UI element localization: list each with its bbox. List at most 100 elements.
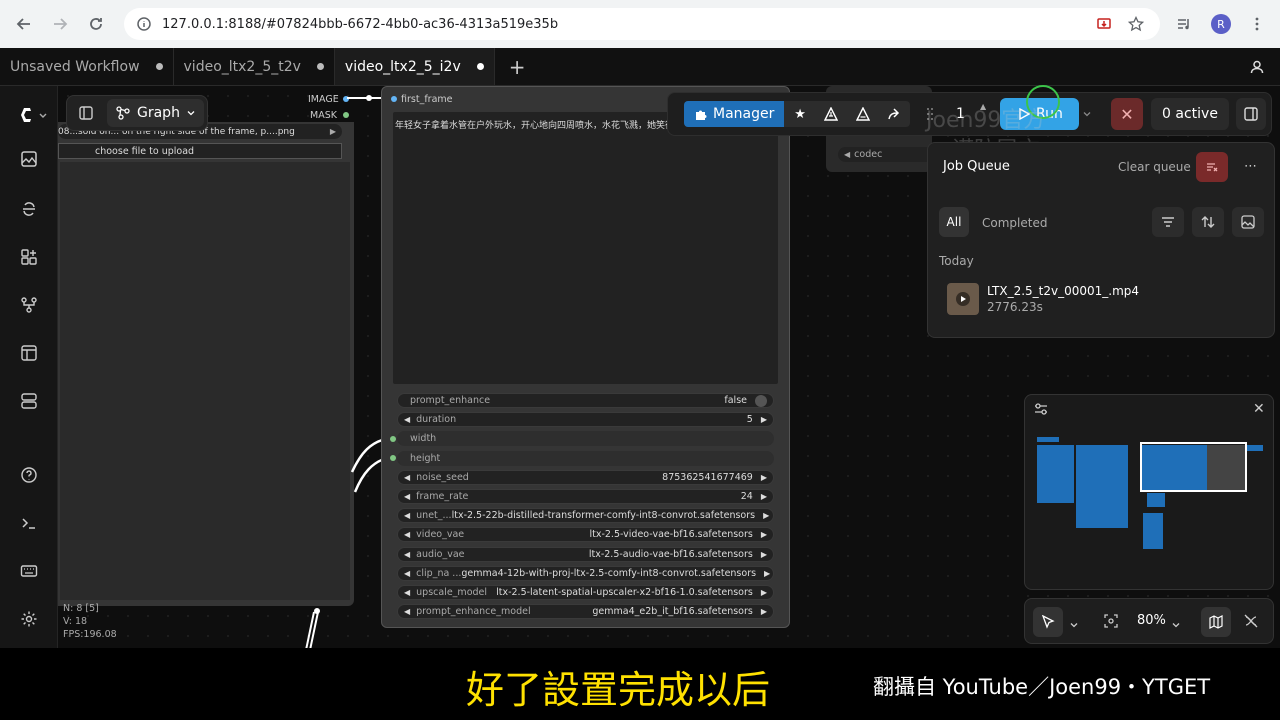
interrupt-button[interactable]: ✕	[1111, 98, 1143, 130]
decrement-arrow-icon[interactable]: ◀	[404, 588, 410, 597]
combo-prev-arrow-icon[interactable]: ◀	[844, 150, 850, 159]
decrement-arrow-icon[interactable]: ◀	[404, 511, 410, 520]
increment-arrow-icon[interactable]: ▶	[764, 569, 770, 578]
sort-icon[interactable]	[1192, 207, 1224, 237]
widget-value: 875362541677469	[662, 472, 753, 483]
chevron-down-icon	[187, 111, 195, 116]
job-thumbnail[interactable]	[947, 283, 979, 315]
widget-frame-rate[interactable]: ◀ frame_rate 24 ▶	[397, 489, 774, 504]
increment-arrow-icon[interactable]: ▶	[761, 607, 767, 616]
decrement-arrow-icon[interactable]: ◀	[404, 530, 410, 539]
widget-clip-na[interactable]: ◀ clip_na ... gemma4-12b-with-proj-ltx-2.5…	[397, 566, 774, 581]
increment-arrow-icon[interactable]: ▶	[761, 588, 767, 597]
widget-value: 5	[746, 414, 753, 425]
right-panel-toggle-icon[interactable]	[1236, 98, 1266, 130]
widget-unet[interactable]: ◀ unet_... ltx-2.5-22b-distilled-transform…	[397, 508, 774, 523]
widget-value: gemma4-12b-with-proj-ltx-2.5-comfy-int8-…	[461, 568, 757, 579]
minimap-panel[interactable]: ✕	[1024, 394, 1274, 590]
increment-arrow-icon[interactable]: ▶	[761, 530, 767, 539]
decrement-arrow-icon[interactable]: ◀	[404, 550, 410, 559]
widget-value: ltx-2.5-latent-spatial-upscaler-x2-bf16-…	[496, 587, 753, 598]
fit-view-icon[interactable]	[1103, 613, 1119, 633]
job-queue-panel: Job Queue Clear queue ⋯ All Completed To…	[927, 142, 1275, 338]
graph-mode-button[interactable]: Graph	[107, 99, 204, 127]
minimap-view[interactable]	[1025, 425, 1275, 591]
filter-icon[interactable]	[1152, 207, 1184, 237]
widget-left: ◀ unet_...	[404, 510, 452, 521]
job-duration: 2776.23s	[987, 300, 1043, 314]
filter-completed-tab[interactable]: Completed	[982, 216, 1047, 230]
widget-left: ◀ video_vae	[404, 529, 464, 540]
widget-right: ltx-2.5-latent-spatial-upscaler-x2-bf16-…	[496, 587, 767, 598]
widget-audio-vae[interactable]: ◀ audio_vae ltx-2.5-audio-vae-bf16.safeten…	[397, 547, 774, 562]
toggle-knob-icon[interactable]	[755, 394, 767, 407]
graph-label: Graph	[137, 105, 180, 121]
graph-icon	[116, 106, 130, 120]
minimap-settings-icon[interactable]	[1033, 401, 1049, 421]
increment-arrow-icon[interactable]: ▶	[761, 415, 767, 424]
group-today-label: Today	[939, 254, 974, 268]
increment-arrow-icon[interactable]: ▶	[761, 473, 767, 482]
minimap-toggle-icon[interactable]	[1201, 607, 1231, 637]
filter-all-tab[interactable]: All	[939, 207, 969, 237]
widget-upscale-model[interactable]: ◀ upscale_model ltx-2.5-latent-spatial-ups…	[397, 585, 774, 600]
widget-height[interactable]: height	[397, 451, 774, 466]
zoom-level[interactable]: 80%	[1137, 613, 1166, 628]
job-queue-title: Job Queue	[943, 159, 1010, 174]
decrement-arrow-icon[interactable]: ◀	[404, 415, 410, 424]
widget-right: false	[724, 394, 767, 407]
canvas-zoom-controls: 80%	[1024, 598, 1274, 644]
widget-left: ◀ upscale_model	[404, 587, 487, 598]
increment-arrow-icon[interactable]: ▶	[761, 492, 767, 501]
widget-noise-seed[interactable]: ◀ noise_seed 875362541677469 ▶	[397, 470, 774, 485]
decrement-arrow-icon[interactable]: ◀	[404, 473, 410, 482]
widget-label: video_vae	[416, 529, 465, 540]
clear-list-icon	[1207, 163, 1218, 172]
widget-prompt-enhance[interactable]: prompt_enhance false	[397, 393, 774, 408]
increment-arrow-icon[interactable]: ▶	[761, 550, 767, 559]
input-first-frame-slot[interactable]	[391, 96, 397, 102]
widget-right: ltx-2.5-22b-distilled-transformer-comfy-…	[452, 510, 770, 521]
codec-combo[interactable]: ◀ codec	[838, 147, 936, 162]
queue-active-button[interactable]: 0 active	[1151, 98, 1229, 130]
triangle-ruler-alt-icon[interactable]	[847, 101, 878, 127]
minimap-close-icon[interactable]: ✕	[1253, 401, 1265, 417]
tool-chevron-icon[interactable]	[1069, 615, 1079, 634]
star-icon[interactable]: ★	[784, 101, 815, 127]
select-tool-icon[interactable]	[1033, 607, 1063, 637]
zoom-chevron-icon[interactable]	[1171, 615, 1181, 634]
widget-label: width	[410, 433, 437, 444]
input-height-slot[interactable]	[390, 455, 396, 461]
widget-label: frame_rate	[416, 491, 469, 502]
more-options-icon[interactable]: ⋯	[1244, 159, 1257, 174]
widget-width[interactable]: width	[397, 431, 774, 446]
panel-toggle-icon[interactable]	[67, 95, 105, 131]
input-width-slot[interactable]	[390, 436, 396, 442]
gallery-view-icon[interactable]	[1232, 207, 1264, 237]
clear-queue-button[interactable]	[1196, 152, 1228, 182]
run-options-chevron-icon[interactable]	[1082, 104, 1092, 123]
widget-prompt-enhance-model[interactable]: ◀ prompt_enhance_model gemma4_e2b_it_bf16.…	[397, 604, 774, 619]
decrement-arrow-icon[interactable]: ◀	[404, 607, 410, 616]
prompt-textarea[interactable]: 年轻女子拿着水管在户外玩水，开心地向四周喷水，水花飞溅，她笑得很开心，写实电影风…	[393, 112, 778, 384]
widget-label: height	[410, 453, 441, 464]
widget-video-vae[interactable]: ◀ video_vae ltx-2.5-video-vae-bf16.safeten…	[397, 527, 774, 542]
decrement-arrow-icon[interactable]: ◀	[404, 569, 410, 578]
widget-value: false	[724, 395, 747, 406]
widget-right: gemma4-12b-with-proj-ltx-2.5-comfy-int8-…	[461, 568, 770, 579]
widget-value: ltx-2.5-22b-distilled-transformer-comfy-…	[451, 510, 756, 521]
widget-label: prompt_enhance_model	[416, 606, 531, 617]
watermark-line-1: Joen99官方	[926, 108, 1046, 133]
job-name[interactable]: LTX_2.5_t2v_00001_.mp4	[987, 284, 1139, 298]
share-arrow-icon[interactable]	[879, 101, 910, 127]
widget-left: width	[404, 433, 436, 444]
widget-left: ◀ frame_rate	[404, 491, 468, 502]
manager-button[interactable]: Manager	[684, 101, 785, 127]
increment-arrow-icon[interactable]: ▶	[763, 511, 769, 520]
link-visibility-icon[interactable]	[1243, 613, 1259, 633]
triangle-ruler-icon[interactable]	[816, 101, 847, 127]
widget-left: ◀ duration	[404, 414, 456, 425]
decrement-arrow-icon[interactable]: ◀	[404, 492, 410, 501]
widget-label: noise_seed	[416, 472, 469, 483]
widget-duration[interactable]: ◀ duration 5 ▶	[397, 412, 774, 427]
